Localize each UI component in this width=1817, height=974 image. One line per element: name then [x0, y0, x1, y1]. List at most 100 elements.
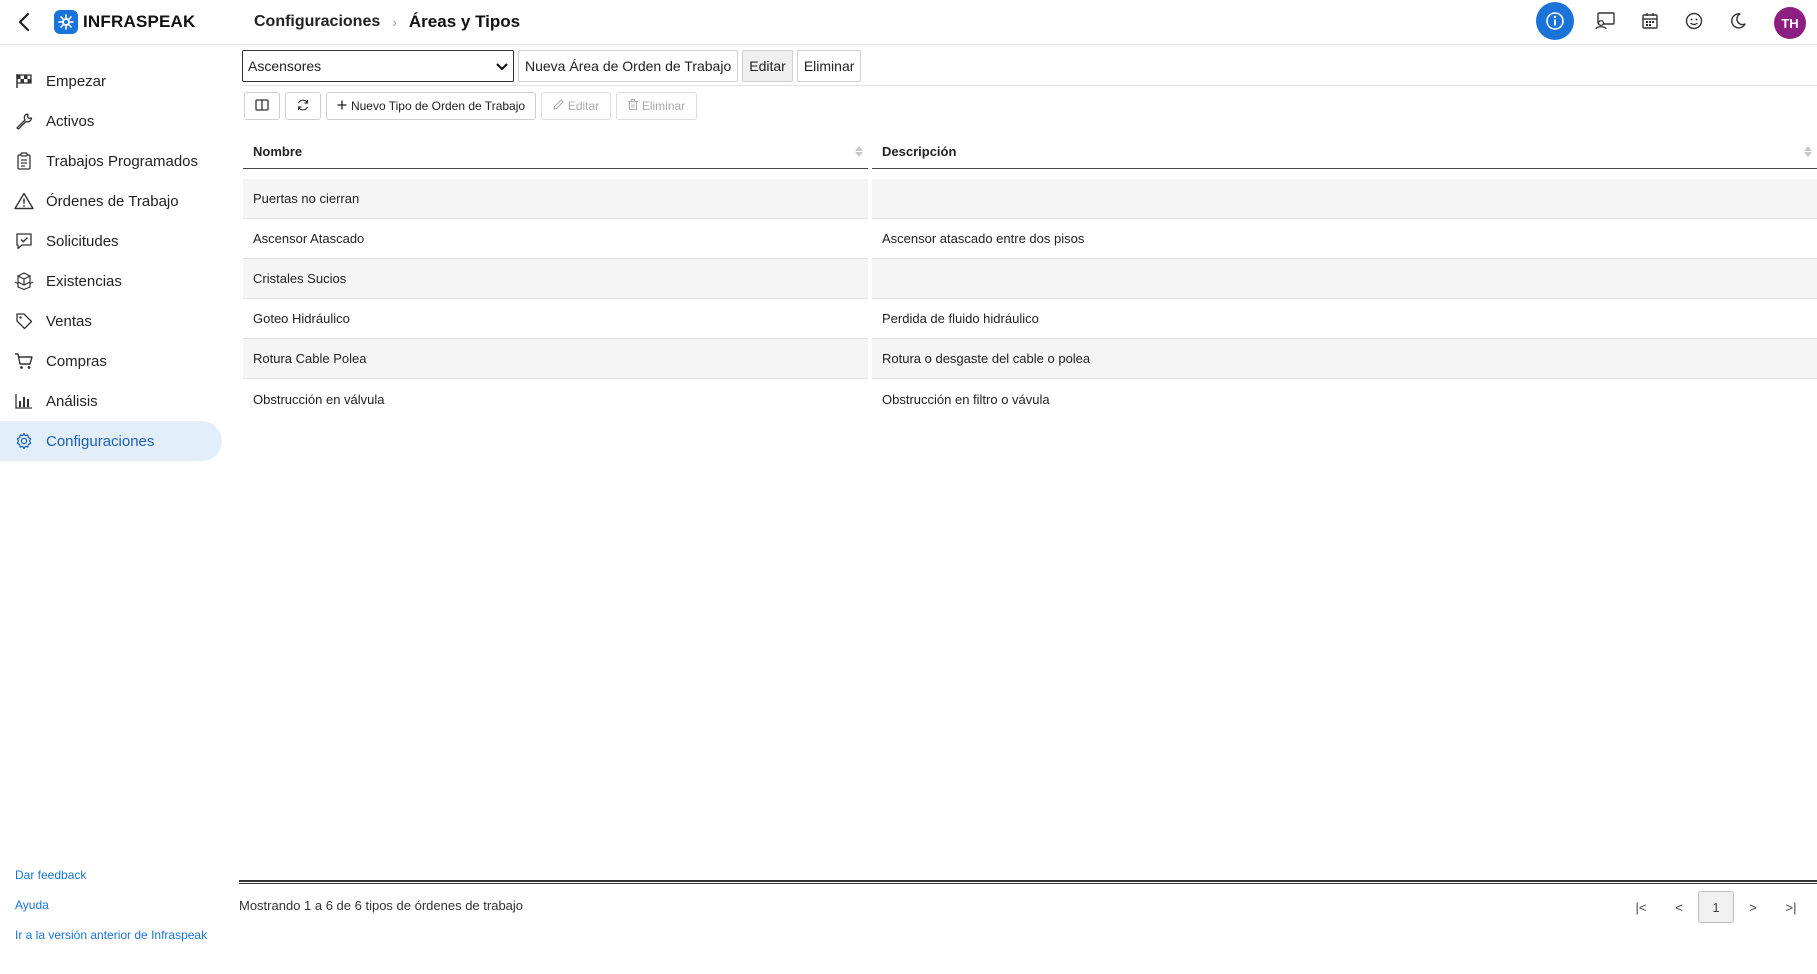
cell-nombre: Puertas no cierran — [243, 179, 868, 219]
back-arrow-icon[interactable] — [12, 10, 36, 34]
area-select[interactable]: Ascensores — [242, 50, 514, 82]
pagination-info: Mostrando 1 a 6 de 6 tipos de órdenes de… — [239, 898, 524, 913]
infraspeak-logo-icon — [54, 10, 78, 34]
infraspeak-logo[interactable]: INFRASPEAK — [54, 10, 196, 34]
new-type-button[interactable]: Nuevo Tipo de Orden de Trabajo — [326, 92, 536, 120]
cell-descripcion: Rotura o desgaste del cable o polea — [872, 339, 1817, 379]
area-bar: Ascensores Nueva Área de Orden de Trabaj… — [242, 50, 862, 82]
sidebar-item-existencias[interactable]: Existencias — [0, 261, 222, 301]
boxes-icon — [14, 271, 34, 291]
sort-icon — [854, 143, 864, 159]
column-header-label: Descripción — [882, 143, 957, 159]
sidebar-item-solicitudes[interactable]: Solicitudes — [0, 221, 222, 261]
sidebar-item-label: Análisis — [46, 392, 98, 410]
sidebar-item-label: Órdenes de Trabajo — [46, 192, 179, 210]
last-page-button[interactable]: >| — [1772, 891, 1810, 923]
sidebar: Empezar Activos Trabajos Programados Órd… — [0, 46, 228, 974]
moon-icon — [1729, 12, 1747, 35]
warning-icon — [14, 191, 34, 211]
table-body: Puertas no cierran Ascensor Atascado Asc… — [243, 179, 1817, 419]
columns-toggle-button[interactable] — [244, 92, 280, 120]
sort-icon — [1803, 143, 1813, 159]
sidebar-item-compras[interactable]: Compras — [0, 341, 222, 381]
breadcrumb-parent[interactable]: Configuraciones — [254, 13, 380, 31]
calendar-button[interactable] — [1631, 5, 1669, 41]
sidebar-footer-links: Dar feedback Ayuda Ir a la versión anter… — [15, 868, 207, 958]
dark-mode-button[interactable] — [1719, 5, 1757, 41]
avatar: TH — [1774, 7, 1806, 39]
edit-type-button[interactable]: Editar — [541, 92, 611, 120]
cell-descripcion: Obstrucción en filtro o vávula — [882, 391, 1050, 407]
delete-type-button[interactable]: Eliminar — [616, 92, 697, 120]
trash-icon — [627, 99, 638, 113]
table-row[interactable]: Cristales Sucios — [243, 259, 1817, 299]
cell-descripcion — [872, 259, 1817, 299]
sidebar-item-analisis[interactable]: Análisis — [0, 381, 222, 421]
sidebar-item-activos[interactable]: Activos — [0, 101, 222, 141]
table-row[interactable]: Rotura Cable Polea Rotura o desgaste del… — [243, 339, 1817, 379]
sidebar-item-trabajos-programados[interactable]: Trabajos Programados — [0, 141, 222, 181]
smiley-icon — [1685, 12, 1703, 35]
edit-type-label: Editar — [567, 99, 600, 113]
monitor-user-icon — [1594, 11, 1616, 36]
chevron-down-icon — [496, 58, 508, 74]
plus-icon — [337, 99, 347, 113]
table-row[interactable]: Puertas no cierran — [243, 179, 1817, 219]
new-area-button[interactable]: Nueva Área de Orden de Trabajo — [518, 50, 739, 82]
breadcrumb: Configuraciones › Áreas y Tipos — [254, 12, 520, 32]
info-button[interactable] — [1536, 2, 1574, 40]
calendar-icon — [1641, 12, 1659, 35]
pencil-icon — [553, 99, 564, 113]
user-menu-button[interactable]: TH — [1771, 5, 1809, 41]
feedback-link[interactable]: Dar feedback — [15, 868, 207, 882]
types-toolbar: Nuevo Tipo de Orden de Trabajo Editar El… — [244, 92, 697, 120]
footer-divider — [239, 880, 1817, 884]
cell-descripcion: Ascensor atascado entre dos pisos — [872, 219, 1817, 259]
sidebar-item-ordenes-de-trabajo[interactable]: Órdenes de Trabajo — [0, 181, 222, 221]
sidebar-item-label: Configuraciones — [46, 432, 155, 450]
current-page-button[interactable]: 1 — [1698, 891, 1734, 923]
edit-area-button[interactable]: Editar — [742, 50, 793, 82]
cell-nombre: Goteo Hidráulico — [243, 299, 868, 339]
cell-descripcion: Perdida de fluido hidráulico — [872, 299, 1817, 339]
old-version-link[interactable]: Ir a la versión anterior de Infraspeak — [15, 928, 207, 942]
table-header: Nombre Descripción — [243, 134, 1817, 169]
prev-page-button[interactable]: < — [1660, 891, 1698, 923]
first-page-button[interactable]: |< — [1622, 891, 1660, 923]
cart-icon — [14, 351, 34, 371]
sidebar-item-empezar[interactable]: Empezar — [0, 61, 222, 101]
delete-area-button[interactable]: Eliminar — [796, 50, 862, 82]
cell-nombre: Rotura Cable Polea — [243, 339, 868, 379]
feedback-button[interactable] — [1675, 5, 1713, 41]
gear-icon — [14, 431, 34, 451]
columns-icon — [255, 98, 269, 114]
tag-icon — [14, 311, 34, 331]
page-title: Áreas y Tipos — [408, 12, 521, 31]
column-header-descripcion[interactable]: Descripción — [872, 134, 1817, 169]
divider — [242, 85, 1817, 86]
help-link[interactable]: Ayuda — [15, 898, 207, 912]
wrench-icon — [14, 111, 34, 131]
sidebar-item-label: Compras — [46, 352, 107, 370]
column-header-nombre[interactable]: Nombre — [243, 134, 868, 169]
cell-nombre: Ascensor Atascado — [243, 219, 868, 259]
sidebar-item-label: Activos — [46, 112, 95, 130]
bar-chart-icon — [14, 391, 34, 411]
channels-button[interactable] — [1586, 5, 1624, 41]
next-page-button[interactable]: > — [1734, 891, 1772, 923]
table-row[interactable]: Goteo Hidráulico Perdida de fluido hidrá… — [243, 299, 1817, 339]
logo-text: INFRASPEAK — [83, 12, 196, 31]
chevron-right-icon: › — [392, 14, 397, 30]
sidebar-item-label: Empezar — [46, 72, 107, 90]
pagination: |< < 1 > >| — [1622, 891, 1810, 923]
request-icon — [14, 231, 34, 251]
sidebar-item-label: Solicitudes — [46, 232, 119, 250]
flag-icon — [14, 71, 34, 91]
sidebar-item-label: Ventas — [46, 312, 92, 330]
table-row[interactable]: Obstrucción en válvula Obstrucción en fi… — [243, 379, 1817, 419]
sidebar-item-configuraciones[interactable]: Configuraciones — [0, 421, 222, 461]
table-row[interactable]: Ascensor Atascado Ascensor atascado entr… — [243, 219, 1817, 259]
types-table: Nombre Descripción Puertas no cierran As… — [243, 134, 1817, 407]
sidebar-item-ventas[interactable]: Ventas — [0, 301, 222, 341]
refresh-button[interactable] — [285, 92, 321, 120]
